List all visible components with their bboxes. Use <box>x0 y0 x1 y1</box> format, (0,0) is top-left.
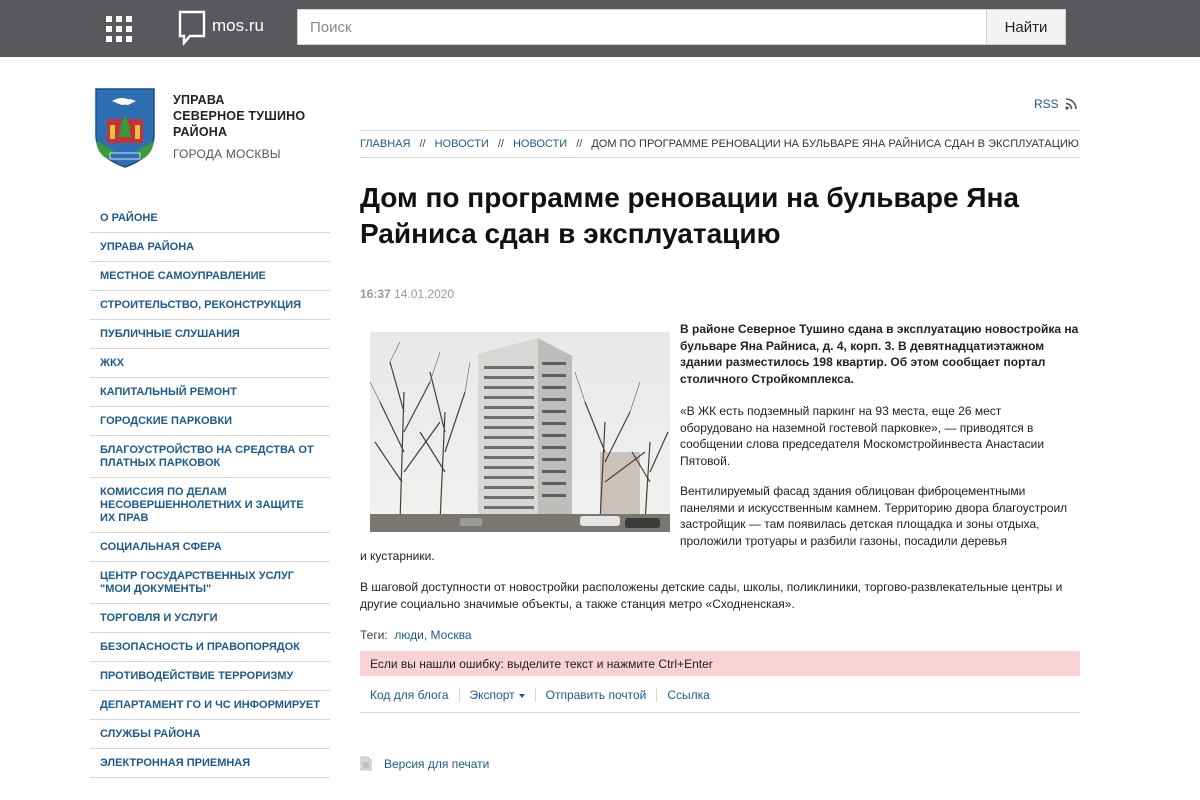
sidebar-item-zhkh[interactable]: ЖКХ <box>90 349 330 378</box>
sidebar-nav: О РАЙОНЕ УПРАВА РАЙОНА МЕСТНОЕ САМОУПРАВ… <box>90 204 330 778</box>
article-photo[interactable] <box>370 332 670 532</box>
breadcrumb-current: ДОМ ПО ПРОГРАММЕ РЕНОВАЦИИ НА БУЛЬВАРЕ Я… <box>591 138 1079 150</box>
mos-ru-logo[interactable]: mos.ru <box>178 10 264 46</box>
tags-label: Теги: <box>360 628 388 642</box>
rss-link[interactable]: RSS <box>1034 97 1077 111</box>
sidebar-item-bezopasnost[interactable]: БЕЗОПАСНОСТЬ И ПРАВОПОРЯДОК <box>90 633 330 662</box>
search-input[interactable] <box>297 9 987 45</box>
export-dropdown[interactable]: Экспорт <box>460 688 536 702</box>
blog-code-link[interactable]: Код для блога <box>360 688 460 702</box>
speech-bubble-icon <box>178 10 206 46</box>
export-label: Экспорт <box>469 688 515 702</box>
sidebar-item-o-raione[interactable]: О РАЙОНЕ <box>90 204 330 233</box>
logo-text: mos.ru <box>212 16 264 35</box>
breadcrumb-separator: // <box>419 138 426 150</box>
breadcrumb-news[interactable]: НОВОСТИ <box>435 138 489 150</box>
sidebar-item-stroitelstvo[interactable]: СТРОИТЕЛЬСТВО, РЕКОНСТРУКЦИЯ <box>90 291 330 320</box>
article-time: 16:37 <box>360 287 391 301</box>
search-button[interactable]: Найти <box>986 9 1066 45</box>
article-paragraph-3: В шаговой доступности от новостройки рас… <box>360 580 1063 611</box>
article-lead: В районе Северное Тушино сдана в эксплуа… <box>680 322 1079 386</box>
article-date: 14.01.2020 <box>394 287 455 301</box>
district-emblem[interactable] <box>90 85 160 170</box>
rss-icon <box>1065 98 1077 110</box>
breadcrumb-home[interactable]: ГЛАВНАЯ <box>360 138 410 150</box>
document-icon <box>360 756 372 771</box>
sidebar-item-uprava-raiona[interactable]: УПРАВА РАЙОНА <box>90 233 330 262</box>
article-actions: Код для блога Экспорт Отправить почтой С… <box>360 688 1080 713</box>
tag-link[interactable]: Москва <box>431 628 472 642</box>
breadcrumb-separator: // <box>576 138 583 150</box>
breadcrumb-news-sub[interactable]: НОВОСТИ <box>513 138 567 150</box>
sidebar-item-publichnye-slushaniya[interactable]: ПУБЛИЧНЫЕ СЛУШАНИЯ <box>90 320 330 349</box>
tag-link[interactable]: люди <box>394 628 423 642</box>
tags: Теги: люди, Москва <box>360 628 472 642</box>
print-version-label: Версия для печати <box>384 756 490 771</box>
article-paragraph-2: Вентилируемый фасад здания облицован фиб… <box>680 484 1068 548</box>
print-version-link[interactable]: Версия для печати <box>360 756 489 771</box>
sidebar-item-blagoustroistvo[interactable]: БЛАГОУСТРОЙСТВО НА СРЕДСТВА ОТ ПЛАТНЫХ П… <box>90 436 330 478</box>
send-mail-link[interactable]: Отправить почтой <box>536 688 658 702</box>
sidebar-item-torgovlya[interactable]: ТОРГОВЛЯ И УСЛУГИ <box>90 604 330 633</box>
sidebar-item-protivodeistvie[interactable]: ПРОТИВОДЕЙСТВИЕ ТЕРРОРИЗМУ <box>90 662 330 691</box>
sidebar-item-centr-gosuslug[interactable]: ЦЕНТР ГОСУДАРСТВЕННЫХ УСЛУГ "МОИ ДОКУМЕН… <box>90 562 330 604</box>
sidebar-item-departament-go[interactable]: ДЕПАРТАМЕНТ ГО И ЧС ИНФОРМИРУЕТ <box>90 691 330 720</box>
apps-grid-icon[interactable] <box>106 16 132 42</box>
caret-down-icon <box>518 693 525 698</box>
rss-label: RSS <box>1034 97 1059 111</box>
permalink-link[interactable]: Ссылка <box>657 688 719 702</box>
sidebar-item-socialnaya-sfera[interactable]: СОЦИАЛЬНАЯ СФЕРА <box>90 533 330 562</box>
sidebar-item-komissiya[interactable]: КОМИССИЯ ПО ДЕЛАМ НЕСОВЕРШЕННОЛЕТНИХ И З… <box>90 478 330 533</box>
sidebar-item-kapitalnyi-remont[interactable]: КАПИТАЛЬНЫЙ РЕМОНТ <box>90 378 330 407</box>
org-subtitle: ГОРОДА МОСКВЫ <box>173 147 281 161</box>
sidebar-item-mestnoe-samoupravlenie[interactable]: МЕСТНОЕ САМОУПРАВЛЕНИЕ <box>90 262 330 291</box>
error-report-notice: Если вы нашли ошибку: выделите текст и н… <box>360 651 1080 676</box>
article-paragraph-2-end: и кустарники. <box>360 549 435 563</box>
sidebar-item-gorodskie-parkovki[interactable]: ГОРОДСКИЕ ПАРКОВКИ <box>90 407 330 436</box>
breadcrumb-separator: // <box>497 138 504 150</box>
sidebar-item-sluzhby-raiona[interactable]: СЛУЖБЫ РАЙОНА <box>90 720 330 749</box>
breadcrumb: ГЛАВНАЯ // НОВОСТИ // НОВОСТИ // ДОМ ПО … <box>360 130 1080 158</box>
article-datetime: 16:37 14.01.2020 <box>360 287 454 301</box>
sidebar-item-elektronnaya-priemnaya[interactable]: ЭЛЕКТРОННАЯ ПРИЕМНАЯ <box>90 749 330 778</box>
article-paragraph-1: «В ЖК есть подземный паркинг на 93 места… <box>680 404 1045 468</box>
top-bar: mos.ru Найти <box>0 0 1200 57</box>
org-name[interactable]: УПРАВА СЕВЕРНОЕ ТУШИНО РАЙОНА <box>173 92 305 140</box>
page-title: Дом по программе реновации на бульваре Я… <box>360 182 1019 249</box>
